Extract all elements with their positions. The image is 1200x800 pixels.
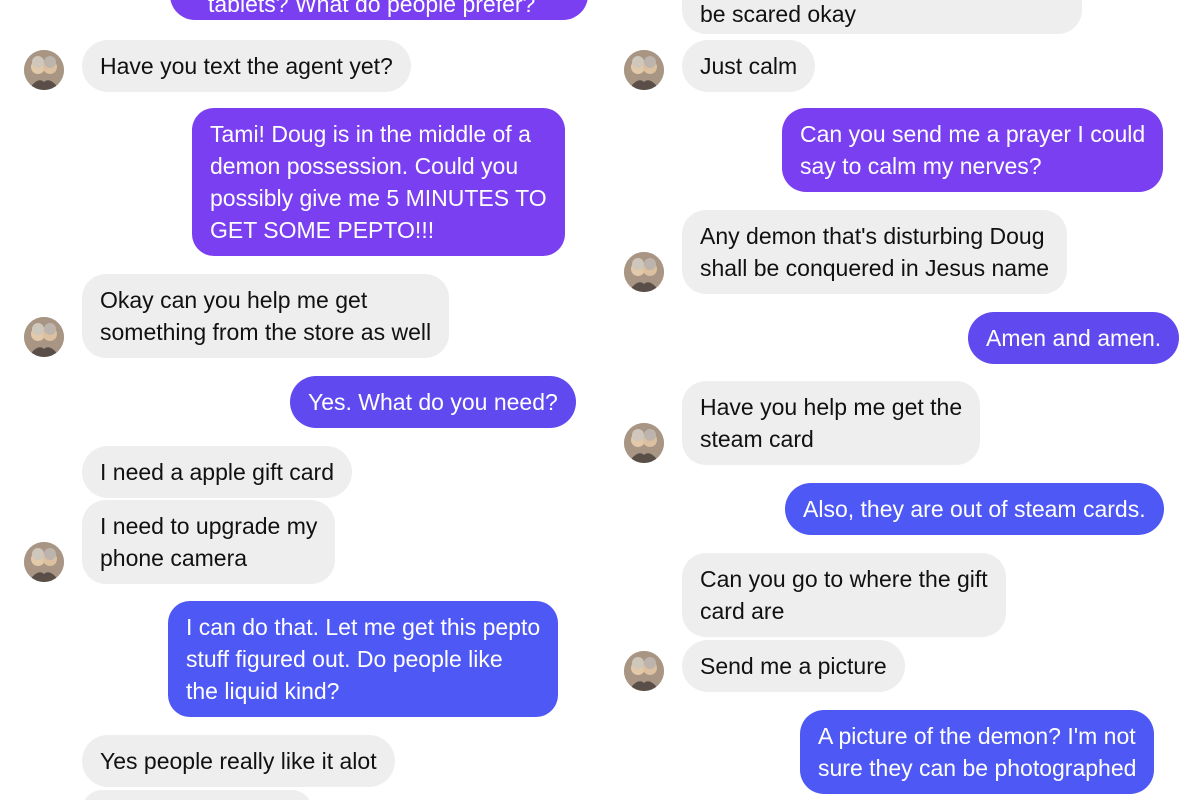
message-line: phone camera xyxy=(100,545,248,571)
avatar-photo-icon xyxy=(24,542,64,582)
message-incoming[interactable]: Can you go to where the gift card are xyxy=(682,553,1006,637)
message-incoming[interactable]: Have you help me get the steam card xyxy=(682,381,981,465)
message-line: I need to upgrade my xyxy=(100,513,318,539)
message-line: card are xyxy=(700,598,785,624)
message-line: sure they can be photographed xyxy=(818,755,1137,781)
message-incoming[interactable]: I need to upgrade my phone camera xyxy=(82,500,336,584)
message-outgoing[interactable]: A picture of the demon? I'm not sure the… xyxy=(800,710,1155,794)
contact-avatar[interactable] xyxy=(624,651,664,691)
message-text: tablets? What do people prefer? xyxy=(208,0,536,17)
contact-avatar[interactable] xyxy=(24,542,64,582)
message-text: Yes. What do you need? xyxy=(308,389,558,415)
message-incoming[interactable] xyxy=(82,790,312,800)
message-line: Tami! Doug is in the middle of a xyxy=(210,121,531,147)
chat-column-left: tablets? What do people prefer? Have you… xyxy=(0,0,600,800)
message-line: A picture of the demon? I'm not xyxy=(818,723,1136,749)
contact-avatar[interactable] xyxy=(624,252,664,292)
message-line: Have you help me get the xyxy=(700,394,963,420)
message-line: Okay can you help me get xyxy=(100,287,368,313)
avatar-photo-icon xyxy=(624,423,664,463)
message-outgoing[interactable]: Also, they are out of steam cards. xyxy=(785,483,1164,535)
message-incoming[interactable]: Yes people really like it alot xyxy=(82,735,395,787)
contact-avatar[interactable] xyxy=(24,317,64,357)
avatar-photo-icon xyxy=(624,50,664,90)
message-outgoing[interactable]: Amen and amen. xyxy=(968,312,1180,364)
avatar-photo-icon xyxy=(24,317,64,357)
message-incoming[interactable]: Just calm xyxy=(682,40,816,92)
message-incoming[interactable]: Any demon that's disturbing Doug shall b… xyxy=(682,210,1068,294)
message-line: Any demon that's disturbing Doug xyxy=(700,223,1045,249)
message-line: stuff figured out. Do people like xyxy=(186,646,503,672)
message-line: steam card xyxy=(700,426,814,452)
message-outgoing[interactable]: Yes. What do you need? xyxy=(290,376,576,428)
message-text: be scared okay xyxy=(700,1,856,27)
chat-column-right: be scared okay Just calm Can you send me… xyxy=(600,0,1200,800)
message-incoming[interactable]: Have you text the agent yet? xyxy=(82,40,411,92)
message-incoming[interactable]: Okay can you help me get something from … xyxy=(82,274,450,358)
message-line: say to calm my nerves? xyxy=(800,153,1042,179)
message-text: Amen and amen. xyxy=(986,325,1162,351)
message-outgoing[interactable]: Can you send me a prayer I could say to … xyxy=(782,108,1164,192)
message-line: demon possession. Could you xyxy=(210,153,519,179)
avatar-photo-icon xyxy=(24,50,64,90)
contact-avatar[interactable] xyxy=(24,50,64,90)
avatar-photo-icon xyxy=(624,651,664,691)
message-text: Also, they are out of steam cards. xyxy=(803,496,1146,522)
message-text: Yes people really like it alot xyxy=(100,748,377,774)
message-outgoing[interactable]: Tami! Doug is in the middle of a demon p… xyxy=(192,108,565,256)
message-outgoing[interactable]: I can do that. Let me get this pepto stu… xyxy=(168,601,559,717)
contact-avatar[interactable] xyxy=(624,50,664,90)
message-incoming[interactable]: Send me a picture xyxy=(682,640,905,692)
message-line: something from the store as well xyxy=(100,319,432,345)
message-line: GET SOME PEPTO!!! xyxy=(210,217,435,243)
message-outgoing[interactable]: tablets? What do people prefer? xyxy=(170,0,588,20)
message-line: Can you go to where the gift xyxy=(700,566,988,592)
message-line: I can do that. Let me get this pepto xyxy=(186,614,541,640)
message-text: Send me a picture xyxy=(700,653,887,679)
message-text: I need a apple gift card xyxy=(100,459,334,485)
message-line: Can you send me a prayer I could xyxy=(800,121,1146,147)
message-text: Just calm xyxy=(700,53,798,79)
message-incoming[interactable]: I need a apple gift card xyxy=(82,446,352,498)
message-line: shall be conquered in Jesus name xyxy=(700,255,1050,281)
avatar-photo-icon xyxy=(624,252,664,292)
message-incoming[interactable]: be scared okay xyxy=(682,0,1082,34)
contact-avatar[interactable] xyxy=(624,423,664,463)
message-line: possibly give me 5 MINUTES TO xyxy=(210,185,547,211)
message-text: Have you text the agent yet? xyxy=(100,53,393,79)
message-line: the liquid kind? xyxy=(186,678,340,704)
